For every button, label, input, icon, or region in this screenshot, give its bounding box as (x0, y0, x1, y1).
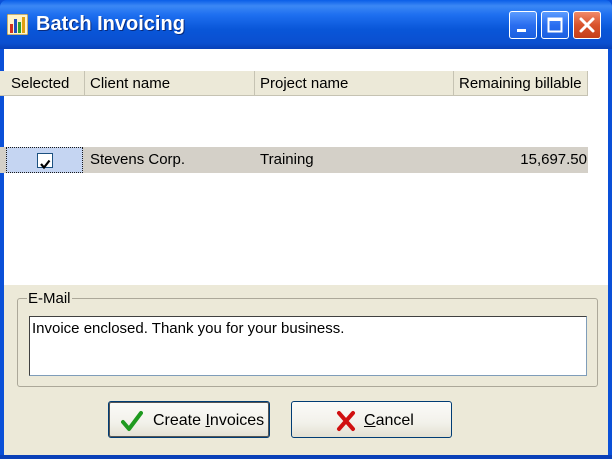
green-check-icon (121, 411, 143, 431)
create-invoices-button[interactable]: Create Invoices (108, 401, 270, 438)
client-name-cell[interactable]: Stevens Corp. (85, 147, 255, 173)
project-name-cell[interactable]: Training (255, 147, 454, 173)
cancel-label: Cancel (364, 412, 414, 429)
cancel-button[interactable]: Cancel (291, 401, 452, 438)
remaining-billable-cell[interactable]: 15,697.50 (454, 147, 588, 173)
close-button[interactable] (573, 11, 601, 39)
maximize-button[interactable] (541, 11, 569, 39)
email-message-input[interactable]: Invoice enclosed. Thank you for your bus… (29, 316, 587, 376)
title-bar[interactable]: Batch Invoicing (0, 0, 612, 49)
column-header-selected[interactable]: Selected (6, 71, 85, 96)
window-title: Batch Invoicing (36, 13, 185, 35)
close-icon (579, 17, 595, 33)
window-bottom-border (0, 455, 612, 459)
column-header-project-name[interactable]: Project name (255, 71, 454, 96)
create-invoices-label: Create Invoices (153, 412, 265, 429)
red-x-icon (337, 411, 355, 431)
selected-cell[interactable] (6, 147, 83, 173)
batch-invoicing-window: Batch Invoicing Selected Client name Pro… (0, 0, 612, 459)
checkmark-icon (40, 159, 51, 170)
table-row[interactable]: Stevens Corp. Training 15,697.50 (0, 147, 588, 173)
column-header-remaining-billable[interactable]: Remaining billable (454, 71, 588, 96)
grid-header: Selected Client name Project name Remain… (0, 71, 588, 96)
minimize-icon (517, 29, 526, 32)
email-group-label: E-Mail (27, 290, 72, 308)
minimize-button[interactable] (509, 11, 537, 39)
bar-chart-icon (7, 14, 28, 35)
column-header-client-name[interactable]: Client name (85, 71, 255, 96)
maximize-icon (547, 17, 563, 33)
selected-checkbox[interactable] (37, 153, 53, 170)
